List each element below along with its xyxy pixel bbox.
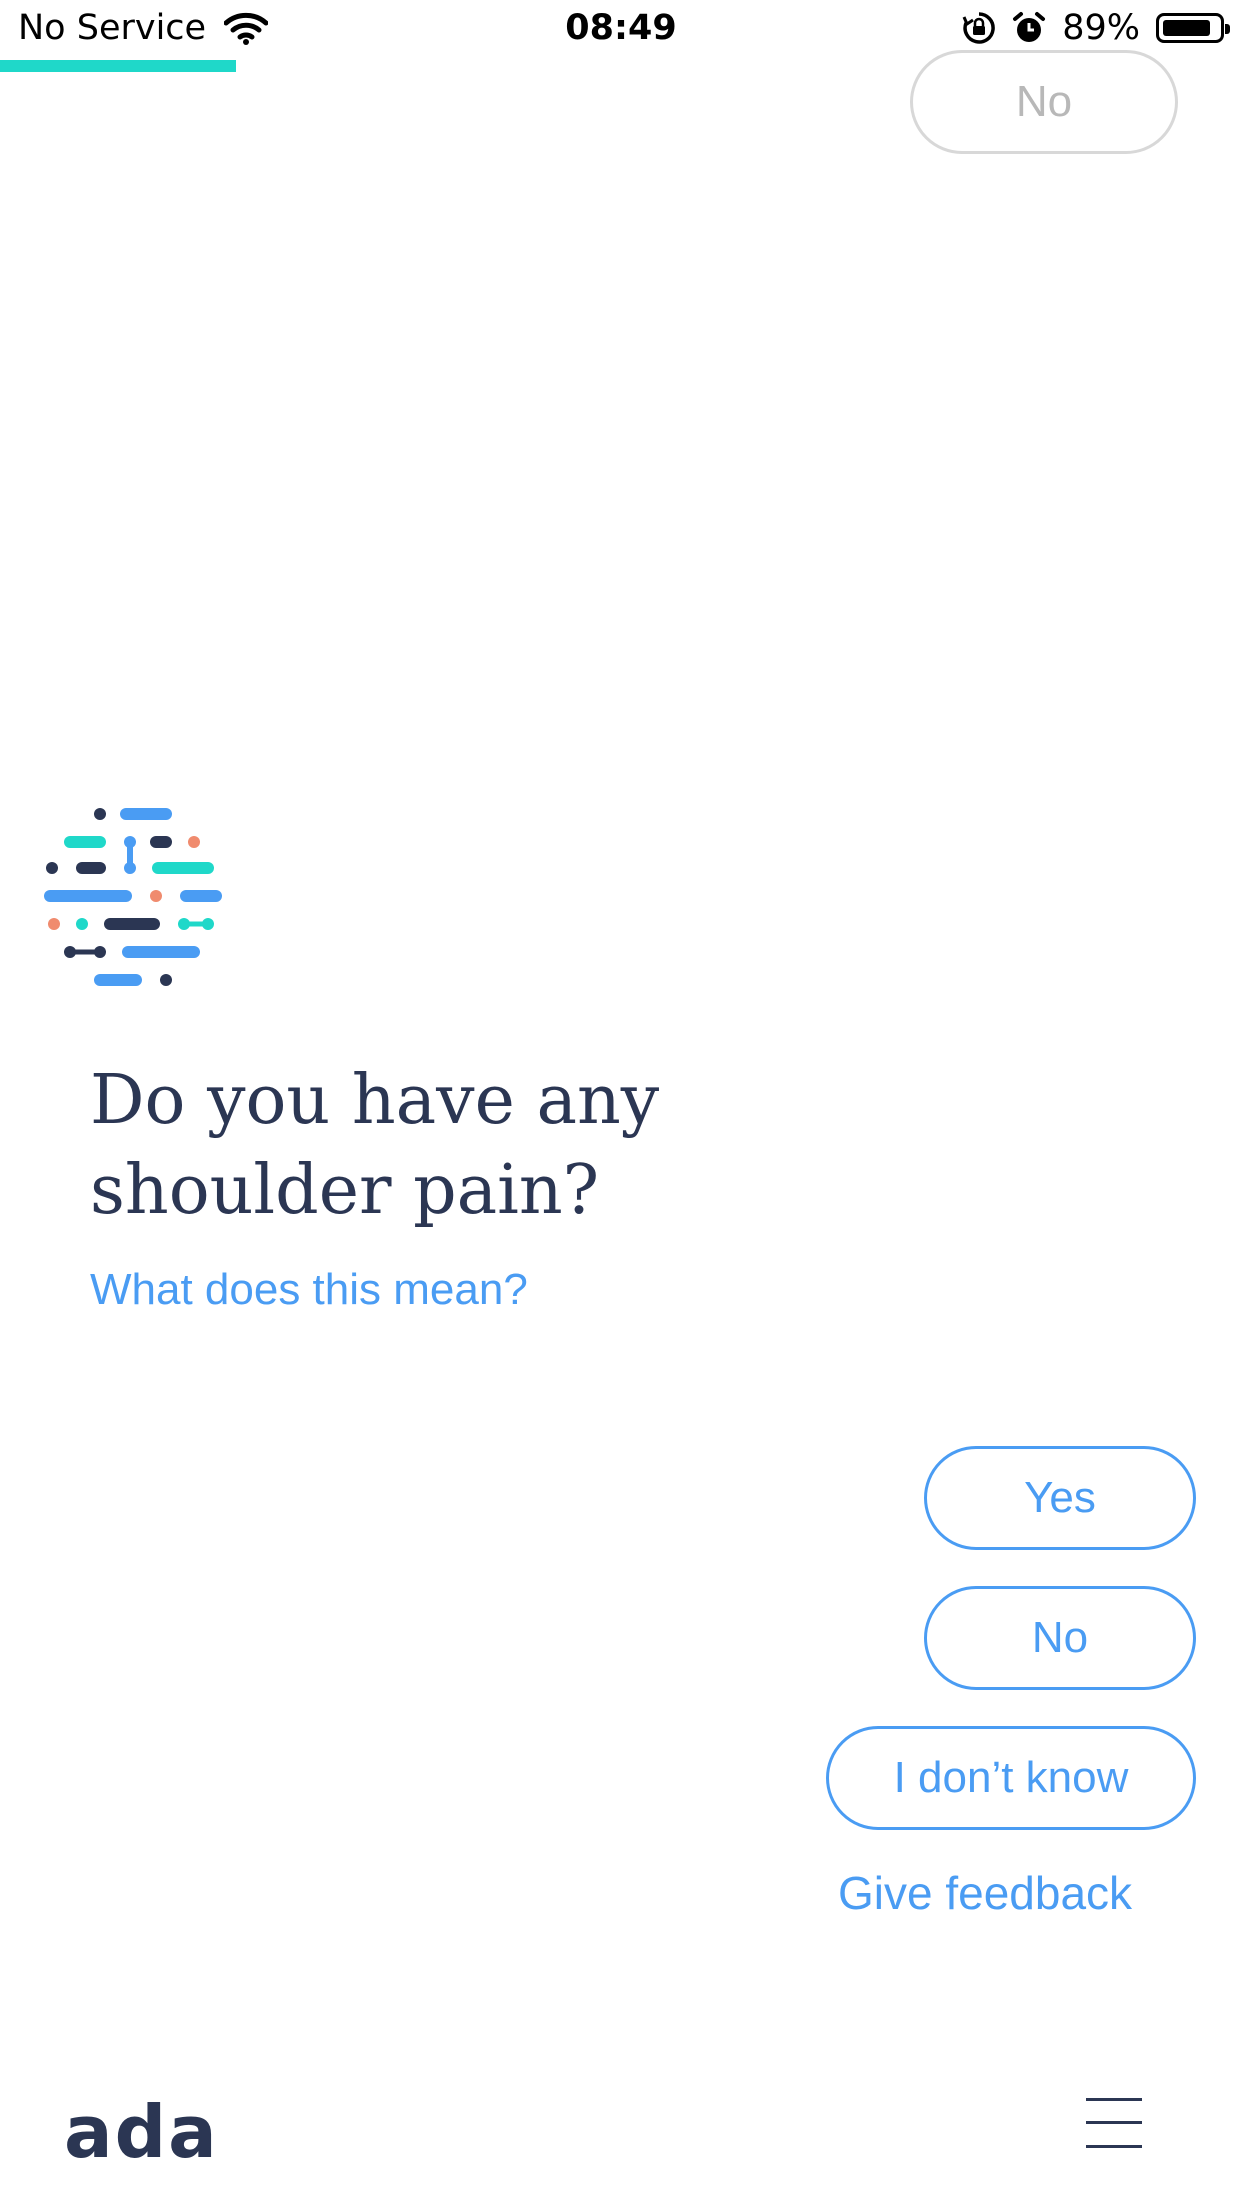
answer-no-button[interactable]: No — [924, 1586, 1196, 1690]
ada-brand-logo: ada — [64, 2090, 219, 2174]
give-feedback-link[interactable]: Give feedback — [838, 1866, 1132, 1920]
status-right: 89% — [962, 8, 1230, 48]
battery-icon — [1156, 13, 1230, 43]
progress-bar-fill — [0, 60, 236, 72]
battery-level-fill — [1163, 20, 1211, 36]
previous-answer-bubble: No — [910, 50, 1178, 154]
question-text: Do you have any shoulder pain? — [90, 1061, 660, 1230]
rotation-lock-icon — [962, 12, 996, 44]
answer-yes-button[interactable]: Yes — [924, 1446, 1196, 1550]
ada-logo-mark-icon — [44, 808, 222, 986]
what-does-this-mean-link[interactable]: What does this mean? — [90, 1265, 528, 1315]
battery-percent: 89% — [1062, 8, 1140, 48]
answer-dont-know-button[interactable]: I don’t know — [826, 1726, 1196, 1830]
hamburger-menu-icon[interactable] — [1086, 2098, 1142, 2148]
alarm-icon — [1013, 12, 1046, 42]
